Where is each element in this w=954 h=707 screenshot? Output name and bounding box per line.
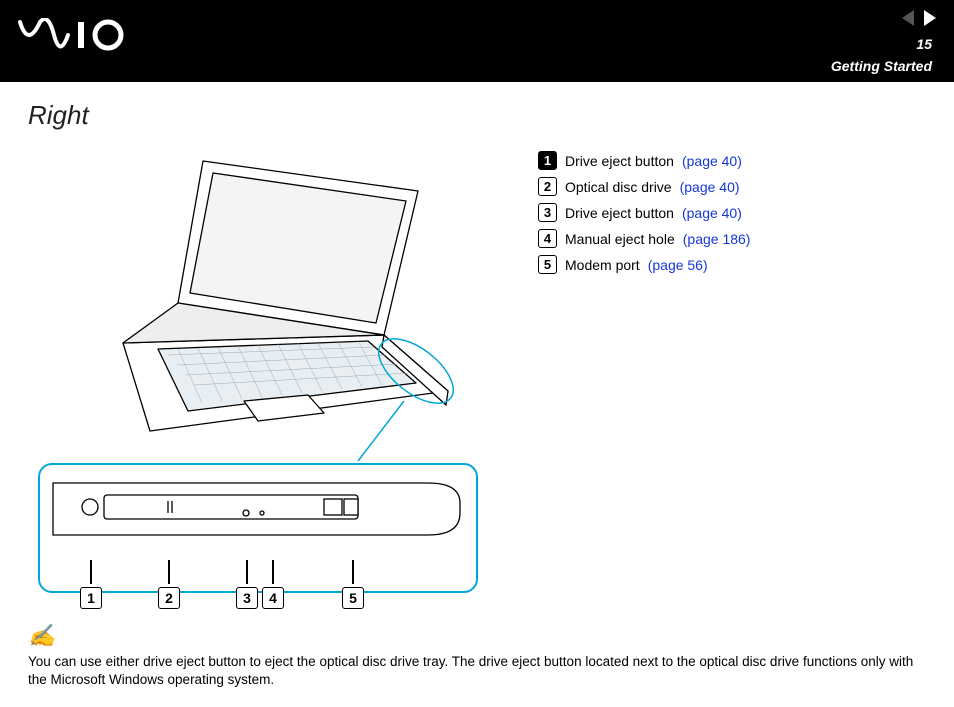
note-text: You can use either drive eject button to…: [28, 653, 926, 689]
page-header: 15 Getting Started: [0, 0, 954, 82]
legend-item: 3 Drive eject button (page 40): [538, 203, 926, 222]
callout-4: 4: [262, 587, 284, 609]
legend-item: 4 Manual eject hole (page 186): [538, 229, 926, 248]
page-ref-link[interactable]: (page 56): [648, 257, 708, 273]
vaio-logo: [18, 18, 128, 55]
next-page-icon[interactable]: [924, 10, 936, 26]
legend-number-2: 2: [538, 177, 557, 196]
side-panel-illustration: 1 2 3 4 5: [38, 463, 478, 593]
legend-number-5: 5: [538, 255, 557, 274]
legend-label: Modem port: [565, 257, 640, 273]
note-icon: ✍: [28, 621, 926, 651]
laptop-illustration: [28, 143, 488, 443]
page-ref-link[interactable]: (page 186): [683, 231, 751, 247]
callout-1: 1: [80, 587, 102, 609]
page-title: Right: [28, 100, 926, 131]
legend-item: 2 Optical disc drive (page 40): [538, 177, 926, 196]
callout-5: 5: [342, 587, 364, 609]
page-content: Right: [0, 82, 954, 707]
callout-2: 2: [158, 587, 180, 609]
legend-label: Manual eject hole: [565, 231, 675, 247]
page-nav: [902, 10, 936, 26]
legend-item: 5 Modem port (page 56): [538, 255, 926, 274]
legend-label: Drive eject button: [565, 205, 674, 221]
page-ref-link[interactable]: (page 40): [682, 153, 742, 169]
legend-label: Optical disc drive: [565, 179, 672, 195]
legend-label: Drive eject button: [565, 153, 674, 169]
footnote: ✍ You can use either drive eject button …: [28, 621, 926, 689]
page-number: 15: [916, 36, 932, 52]
callout-3: 3: [236, 587, 258, 609]
figure-column: 1 2 3 4 5: [28, 143, 508, 593]
prev-page-icon[interactable]: [902, 10, 914, 26]
page-ref-link[interactable]: (page 40): [680, 179, 740, 195]
legend-number-4: 4: [538, 229, 557, 248]
page-ref-link[interactable]: (page 40): [682, 205, 742, 221]
legend-item: 1 Drive eject button (page 40): [538, 151, 926, 170]
legend-column: 1 Drive eject button (page 40) 2 Optical…: [538, 143, 926, 593]
legend-number-3: 3: [538, 203, 557, 222]
legend-number-1: 1: [538, 151, 557, 170]
section-title: Getting Started: [831, 58, 932, 74]
